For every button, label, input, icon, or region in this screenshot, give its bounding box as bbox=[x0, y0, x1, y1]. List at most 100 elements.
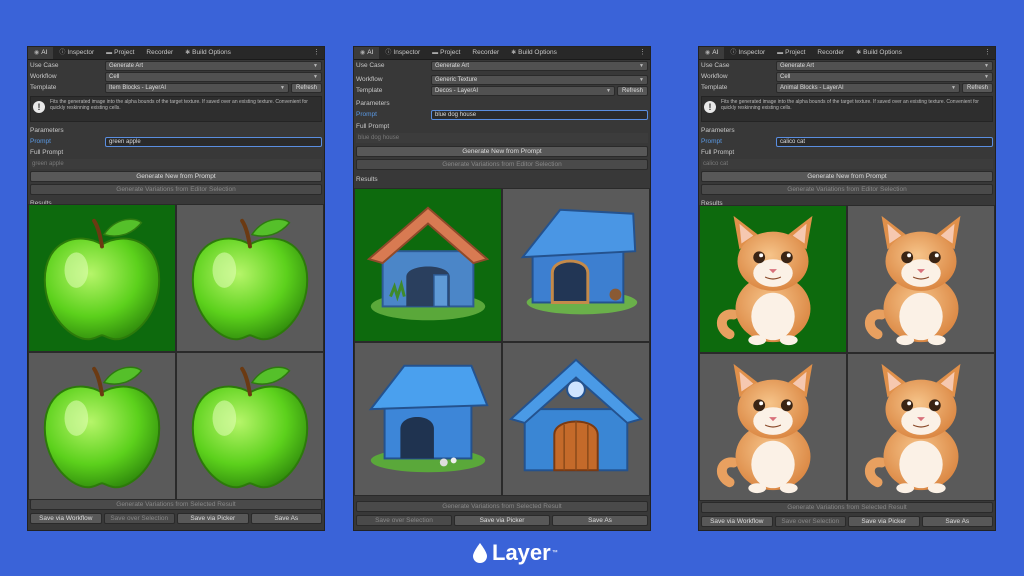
editor-tab-bar: ◉ AI ⓘ Inspector ▬ Project Recorder ✱ Build … bbox=[354, 47, 650, 60]
prompt-input[interactable]: blue dog house bbox=[431, 109, 648, 120]
result-image[interactable] bbox=[847, 205, 995, 353]
save-via-picker-button[interactable]: Save via Picker bbox=[177, 513, 249, 524]
use-case-dropdown[interactable]: Generate Art ▼ bbox=[431, 60, 648, 71]
result-image[interactable] bbox=[699, 205, 847, 353]
chevron-down-icon: ▼ bbox=[639, 76, 644, 83]
info-icon: ⓘ bbox=[59, 50, 66, 56]
tab-inspector[interactable]: ⓘ Inspector bbox=[724, 47, 771, 59]
save-via-workflow-button[interactable]: Save via Workflow bbox=[30, 513, 102, 524]
generate-new-button[interactable]: Generate New from Prompt bbox=[30, 171, 322, 182]
chevron-down-icon: ▼ bbox=[313, 62, 318, 69]
template-row: Template Animal Blocks - LayerAI ▼ Refres… bbox=[699, 82, 995, 93]
layerai-panel-dog-house: ◉ AI ⓘ Inspector ▬ Project Recorder ✱ Build … bbox=[353, 46, 651, 531]
refresh-button[interactable]: Refresh bbox=[290, 82, 322, 93]
result-image[interactable] bbox=[847, 353, 995, 501]
result-image[interactable] bbox=[354, 188, 502, 342]
save-via-workflow-button[interactable]: Save via Workflow bbox=[701, 516, 773, 527]
workflow-dropdown[interactable]: Generic Texture ▼ bbox=[431, 74, 648, 85]
workflow-row: Workflow Cell ▼ bbox=[28, 71, 324, 82]
apple-image bbox=[29, 205, 175, 351]
generate-variations-editor-button[interactable]: Generate Variations from Editor Selectio… bbox=[356, 159, 648, 170]
save-over-selection-button[interactable]: Save over Selection bbox=[356, 515, 452, 526]
tab-build-options[interactable]: ✱ Build Options bbox=[850, 47, 908, 59]
generate-variations-editor-button[interactable]: Generate Variations from Editor Selectio… bbox=[30, 184, 322, 195]
tab-ai[interactable]: ◉ AI bbox=[354, 47, 380, 59]
apple-image bbox=[177, 353, 323, 499]
workflow-dropdown[interactable]: Cell ▼ bbox=[105, 71, 322, 82]
generate-variations-selected-button[interactable]: Generate Variations from Selected Result bbox=[356, 501, 648, 512]
workflow-dropdown[interactable]: Cell ▼ bbox=[776, 71, 993, 82]
chevron-down-icon: ▼ bbox=[313, 73, 318, 80]
generate-new-button[interactable]: Generate New from Prompt bbox=[356, 146, 648, 157]
tab-inspector[interactable]: ⓘ Inspector bbox=[379, 47, 426, 59]
gear-icon: ✱ bbox=[185, 50, 191, 56]
full-prompt-label: Full Prompt bbox=[356, 123, 390, 130]
generate-new-button[interactable]: Generate New from Prompt bbox=[701, 171, 993, 182]
tab-build-options[interactable]: ✱ Build Options bbox=[179, 47, 237, 59]
use-case-row: Use Case Generate Art ▼ bbox=[699, 60, 995, 71]
save-as-button[interactable]: Save As bbox=[921, 516, 993, 527]
template-dropdown[interactable]: Decos - LayerAI ▼ bbox=[431, 85, 615, 96]
tab-build-options[interactable]: ✱ Build Options bbox=[505, 47, 563, 59]
generate-variations-selected-button[interactable]: Generate Variations from Selected Result bbox=[30, 499, 322, 510]
save-as-button[interactable]: Save As bbox=[552, 515, 648, 526]
save-over-selection-button[interactable]: Save over Selection bbox=[774, 516, 846, 527]
use-case-row: Use Case Generate Art ▼ bbox=[28, 60, 324, 71]
use-case-dropdown[interactable]: Generate Art ▼ bbox=[105, 60, 322, 71]
info-text: Fits the generated image into the alpha … bbox=[721, 99, 979, 111]
result-image[interactable] bbox=[502, 188, 650, 342]
generate-variations-editor-button[interactable]: Generate Variations from Editor Selectio… bbox=[701, 184, 993, 195]
dog-house-image bbox=[503, 189, 649, 341]
result-image[interactable] bbox=[502, 342, 650, 496]
save-as-button[interactable]: Save As bbox=[250, 513, 322, 524]
tab-project[interactable]: ▬ Project bbox=[771, 47, 811, 59]
save-via-picker-button[interactable]: Save via Picker bbox=[454, 515, 550, 526]
template-dropdown[interactable]: Item Blocks - LayerAI ▼ bbox=[105, 82, 289, 93]
result-image[interactable] bbox=[699, 353, 847, 501]
dog-house-image bbox=[355, 189, 501, 341]
cat-image bbox=[848, 354, 994, 500]
tab-recorder[interactable]: Recorder bbox=[811, 47, 850, 59]
eye-icon: ◉ bbox=[705, 50, 711, 56]
use-case-dropdown[interactable]: Generate Art ▼ bbox=[776, 60, 993, 71]
more-options-icon[interactable]: ⋮ bbox=[984, 47, 991, 59]
result-image[interactable] bbox=[354, 342, 502, 496]
results-grid bbox=[28, 204, 324, 500]
more-options-icon[interactable]: ⋮ bbox=[313, 47, 320, 59]
result-image[interactable] bbox=[176, 352, 324, 500]
refresh-button[interactable]: Refresh bbox=[961, 82, 993, 93]
tab-project[interactable]: ▬ Project bbox=[100, 47, 140, 59]
info-icon: ⓘ bbox=[385, 50, 392, 56]
prompt-label: Prompt bbox=[701, 138, 722, 145]
result-image[interactable] bbox=[28, 352, 176, 500]
tab-ai[interactable]: ◉ AI bbox=[699, 47, 725, 59]
template-row: Template Item Blocks - LayerAI ▼ Refresh bbox=[28, 82, 324, 93]
tab-recorder[interactable]: Recorder bbox=[466, 47, 505, 59]
generate-variations-selected-button[interactable]: Generate Variations from Selected Result bbox=[701, 502, 993, 513]
tab-ai[interactable]: ◉ AI bbox=[28, 47, 54, 59]
prompt-input[interactable]: calico cat bbox=[776, 136, 993, 147]
info-box: ! Fits the generated image into the alph… bbox=[701, 96, 993, 122]
tab-recorder[interactable]: Recorder bbox=[140, 47, 179, 59]
results-grid bbox=[699, 205, 995, 501]
result-image[interactable] bbox=[176, 204, 324, 352]
refresh-button[interactable]: Refresh bbox=[616, 85, 648, 96]
workflow-label: Workflow bbox=[356, 76, 383, 83]
use-case-label: Use Case bbox=[356, 62, 385, 69]
eye-icon: ◉ bbox=[34, 50, 40, 56]
editor-tab-bar: ◉ AI ⓘ Inspector ▬ Project Recorder ✱ Build … bbox=[28, 47, 324, 60]
chevron-down-icon: ▼ bbox=[280, 84, 285, 91]
brand-name: Layer bbox=[492, 540, 551, 565]
save-via-picker-button[interactable]: Save via Picker bbox=[848, 516, 920, 527]
save-over-selection-button[interactable]: Save over Selection bbox=[103, 513, 175, 524]
tab-inspector[interactable]: ⓘ Inspector bbox=[53, 47, 100, 59]
dog-house-image bbox=[503, 343, 649, 495]
prompt-input[interactable]: green apple bbox=[105, 136, 322, 147]
bottom-actions: Generate Variations from Selected Result… bbox=[28, 497, 324, 524]
tab-project[interactable]: ▬ Project bbox=[426, 47, 466, 59]
layerai-panel-apple: ◉ AI ⓘ Inspector ▬ Project Recorder ✱ Build … bbox=[27, 46, 325, 531]
use-case-label: Use Case bbox=[30, 62, 59, 69]
result-image[interactable] bbox=[28, 204, 176, 352]
more-options-icon[interactable]: ⋮ bbox=[639, 47, 646, 59]
template-dropdown[interactable]: Animal Blocks - LayerAI ▼ bbox=[776, 82, 960, 93]
